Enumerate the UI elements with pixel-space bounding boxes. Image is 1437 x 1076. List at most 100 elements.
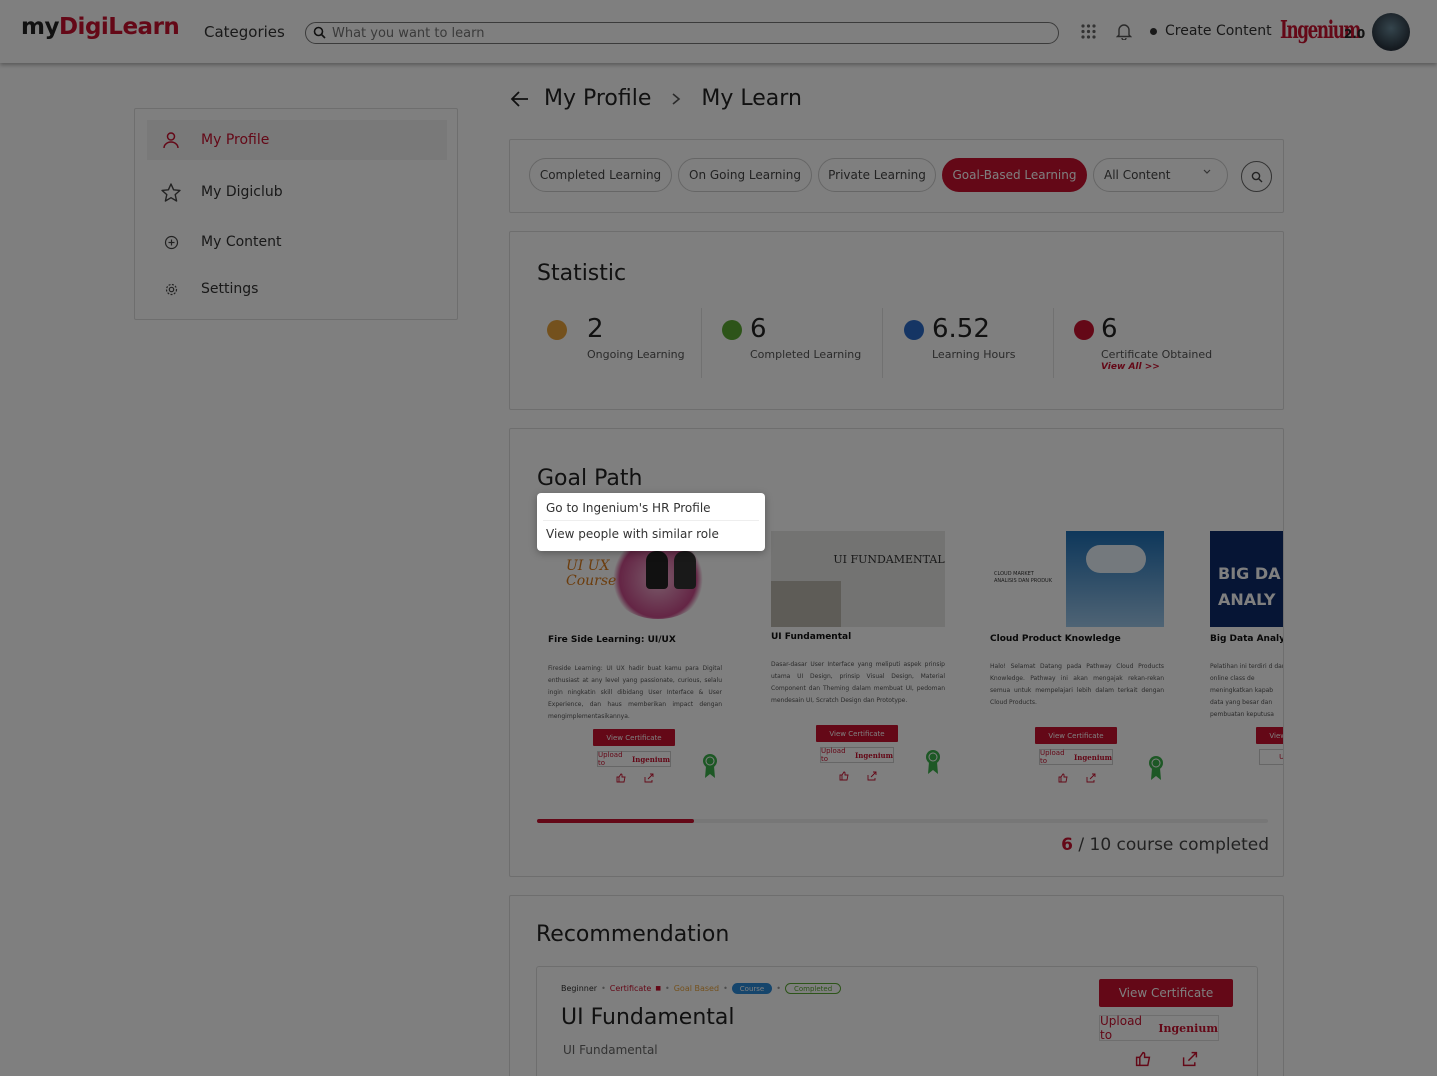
tab-ongoing-learning[interactable]: On Going Learning [678, 158, 812, 192]
stat-value: 6.52 [932, 314, 990, 344]
thumbs-up-icon[interactable] [1058, 773, 1068, 783]
course-thumbnail: BIG DA ANALY [1210, 531, 1283, 627]
categories-menu[interactable]: Categories [204, 23, 285, 41]
search-input[interactable] [332, 24, 1032, 42]
tab-goal-based-learning[interactable]: Goal-Based Learning [942, 158, 1087, 192]
create-content-button[interactable]: Create Content [1150, 23, 1272, 39]
dot-icon [1150, 27, 1157, 35]
chevron-right-icon [672, 92, 681, 105]
course-tag: Course [731, 983, 773, 994]
course-description: Fireside Learning: UI UX hadir buat kamu… [548, 665, 722, 720]
upload-label: Upload to [821, 747, 846, 763]
app-logo[interactable]: myDigiLearn [21, 14, 180, 40]
share-icon[interactable] [1086, 773, 1096, 783]
course-card[interactable]: CLOUD MARKET ANALISIS DAN PRODUK Cloud P… [976, 517, 1180, 795]
search-bar[interactable] [305, 22, 1059, 44]
award-ribbon-icon [1149, 756, 1163, 780]
stat-value: 6 [1101, 314, 1118, 344]
sidebar-item-my-digiclub[interactable]: My Digiclub [147, 172, 447, 212]
thumbnail-text: UI UX Course [566, 558, 617, 589]
course-thumbnail: UI FUNDAMENTAL [771, 531, 945, 627]
view-all-link[interactable]: View All >> [1101, 362, 1160, 372]
logo-part-2: DigiLearn [58, 14, 180, 40]
goal-based-tag: Goal Based [673, 984, 720, 993]
back-arrow-icon[interactable] [510, 90, 530, 108]
avatar[interactable] [1372, 13, 1410, 51]
course-title: Big Data Analy [1210, 634, 1284, 644]
divider [882, 308, 883, 378]
award-icon [1074, 320, 1094, 340]
course-description: Pelatihan ini terdiri d dan online class… [1210, 663, 1284, 718]
breadcrumb: My Profile My Learn [510, 86, 802, 111]
certificate-tag: Certificate [609, 984, 652, 993]
menu-item-hr-profile[interactable]: Go to Ingenium's HR Profile [546, 501, 711, 515]
sidebar-item-label: My Profile [201, 132, 270, 148]
course-card[interactable]: UI UX Course Fire Side Learning: UI/UX F… [534, 517, 738, 795]
tab-completed-learning[interactable]: Completed Learning [529, 158, 672, 192]
filter-search-button[interactable] [1241, 161, 1272, 192]
search-icon [1251, 171, 1262, 182]
share-icon[interactable] [644, 773, 654, 783]
menu-item-similar-role[interactable]: View people with similar role [546, 527, 719, 541]
course-tags: Beginner • Certificate ■ • Goal Based • Cour… [561, 983, 842, 994]
recommendation-card[interactable]: Beginner • Certificate ■ • Goal Based • Cour… [536, 966, 1258, 1076]
ingenium-mini-logo: Ingenium [1158, 1021, 1218, 1035]
context-menu: Go to Ingenium's HR Profile View people … [537, 493, 765, 551]
star-icon [151, 182, 191, 202]
award-ribbon-icon [926, 750, 940, 774]
upload-to-ingenium-button[interactable]: Upload to [1259, 749, 1283, 765]
view-certificate-button[interactable]: View Certificate [1035, 727, 1117, 744]
filter-panel: Completed Learning On Going Learning Pri… [509, 139, 1284, 213]
sidebar-item-label: My Digiclub [201, 184, 283, 200]
upload-to-ingenium-button[interactable]: Upload to Ingenium [1039, 749, 1113, 765]
view-certificate-button[interactable]: View Certificate [816, 725, 898, 742]
stat-label: Learning Hours [932, 348, 1016, 361]
thumbs-up-icon[interactable] [839, 771, 849, 781]
thumbs-up-icon[interactable] [1135, 1051, 1151, 1067]
sidebar-item-my-content[interactable]: My Content [147, 222, 447, 262]
course-description: Dasar-dasar User Interface yang meliputi… [771, 661, 945, 704]
upload-to-ingenium-button[interactable]: Upload to Ingenium [1099, 1014, 1219, 1042]
sidebar-item-label: My Content [201, 234, 282, 250]
course-card[interactable]: BIG DA ANALY Big Data Analy Pelatihan in… [1196, 517, 1284, 795]
breadcrumb-my-profile[interactable]: My Profile [544, 86, 651, 111]
plus-circle-icon [151, 235, 191, 250]
sidebar-item-settings[interactable]: Settings [147, 269, 447, 309]
view-certificate-button[interactable]: View Certificate [593, 729, 675, 746]
share-icon[interactable] [867, 771, 877, 781]
level-tag: Beginner [561, 984, 598, 993]
goal-path-title: Goal Path [537, 466, 643, 491]
recommendation-title: Recommendation [536, 922, 730, 947]
top-header: myDigiLearn Categories Create Content In… [0, 0, 1437, 63]
completed-total-text: / 10 course completed [1078, 835, 1269, 855]
thumbs-up-icon[interactable] [616, 773, 626, 783]
content-type-dropdown[interactable]: All Content [1093, 158, 1228, 192]
upload-to-ingenium-button[interactable]: Upload to Ingenium [597, 751, 671, 767]
logo-part-1: my [21, 14, 59, 40]
sidebar-item-my-profile[interactable]: My Profile [147, 120, 447, 160]
tab-private-learning[interactable]: Private Learning [818, 158, 936, 192]
search-icon [313, 26, 326, 39]
statistic-title: Statistic [537, 261, 627, 286]
bell-icon[interactable] [1116, 23, 1132, 40]
view-certificate-button[interactable]: View Certificate [1256, 727, 1283, 744]
divider [701, 308, 702, 378]
course-description: Halo! Selamat Datang pada Pathway Cloud … [990, 663, 1164, 706]
apps-grid-icon[interactable] [1081, 24, 1096, 39]
stat-label: Certificate Obtained [1101, 348, 1213, 361]
ingenium-mini-logo: Ingenium [1074, 752, 1112, 762]
share-icon[interactable] [1182, 1051, 1198, 1067]
upload-label: Upload to [1040, 749, 1065, 765]
course-title: Fire Side Learning: UI/UX [548, 635, 676, 645]
gear-icon [151, 282, 191, 297]
thumbnail-text: CLOUD MARKET ANALISIS DAN PRODUK [994, 571, 1052, 584]
view-certificate-button[interactable]: View Certificate [1099, 979, 1233, 1007]
recommendation-course-subtitle: UI Fundamental [563, 1043, 658, 1057]
completion-count: 6 / 10 course completed [1061, 835, 1269, 855]
create-content-label: Create Content [1165, 23, 1272, 39]
upload-to-ingenium-button[interactable]: Upload to Ingenium [820, 747, 894, 763]
course-card[interactable]: UI FUNDAMENTAL UI Fundamental Dasar-dasa… [757, 517, 961, 795]
hourglass-icon [904, 320, 924, 340]
chevron-down-icon [1203, 169, 1211, 174]
stat-label: Completed Learning [750, 348, 862, 361]
